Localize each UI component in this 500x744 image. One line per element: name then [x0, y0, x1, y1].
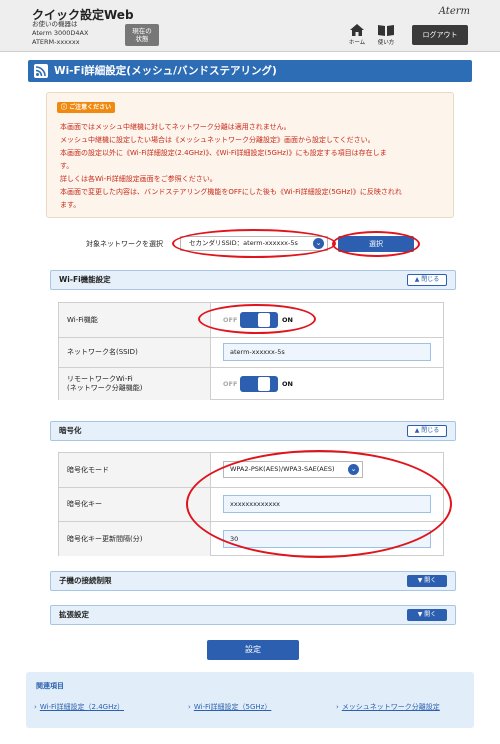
- arrow-right-icon: ›: [188, 703, 191, 711]
- wifi-settings-header: Wi-Fi機能設定 ▲ 閉じる: [50, 270, 456, 290]
- related-link-label: Wi-Fi詳細設定（2.4GHz）: [39, 703, 125, 711]
- caution-line: メッシュ中継機に設定したい場合は《メッシュネットワーク分離設定》画面から設定して…: [60, 136, 375, 144]
- toggle-on-label: ON: [282, 380, 293, 388]
- collapse-label: 閉じる: [421, 427, 440, 434]
- remote-work-cell: OFF ON: [212, 368, 443, 400]
- related-link-5ghz[interactable]: › Wi-Fi詳細設定（5GHz）: [188, 702, 271, 712]
- annotation-circle: [186, 450, 452, 558]
- annotation-circle: [198, 304, 316, 334]
- child-limit-expand-button[interactable]: ▼ 開く: [407, 575, 447, 587]
- related-link-mesh[interactable]: › メッシュネットワーク分離設定: [336, 702, 440, 712]
- toggle-track: [240, 376, 278, 392]
- set-button[interactable]: 設定: [207, 640, 299, 660]
- current-status-button[interactable]: 現在の 状態: [125, 24, 159, 46]
- table-row: リモートワークWi-Fi (ネットワーク分離機能) OFF ON: [59, 367, 443, 400]
- expand-label: 開く: [424, 577, 437, 584]
- caution-badge: ⓘ ご注意ください: [57, 102, 116, 113]
- arrow-right-icon: ›: [34, 703, 37, 711]
- book-icon: [378, 25, 394, 36]
- annotation-circle: [332, 231, 420, 257]
- related-link-24ghz[interactable]: › Wi-Fi詳細設定（2.4GHz）: [34, 702, 124, 712]
- device-model: Aterm 3000D4AX: [32, 29, 89, 37]
- wifi-icon: [34, 64, 48, 78]
- chevron-up-icon: ▲: [414, 427, 420, 434]
- chevron-up-icon: ▲: [414, 276, 420, 283]
- caution-badge-label: ご注意ください: [69, 104, 112, 111]
- wifi-settings-title: Wi-Fi機能設定: [59, 275, 111, 284]
- logout-button[interactable]: ログアウト: [412, 25, 468, 45]
- toggle-knob: [258, 377, 270, 391]
- info-icon: ⓘ: [61, 104, 68, 111]
- chevron-down-icon: ▼: [417, 577, 423, 584]
- caution-line: 本画面で変更した内容は、バンドステアリング機能をOFFにした後も《Wi-Fi詳細…: [60, 188, 402, 196]
- extended-settings-title: 拡張設定: [59, 610, 89, 619]
- related-items-box: 関連項目 › Wi-Fi詳細設定（2.4GHz） › Wi-Fi詳細設定（5GHz）…: [26, 672, 474, 728]
- target-network-label: 対象ネットワークを選択: [86, 240, 163, 248]
- page-title: Wi-Fi詳細設定(メッシュ/バンドステアリング): [54, 65, 277, 77]
- status-button-line2: 状態: [135, 35, 149, 43]
- extended-settings-header: 拡張設定 ▼ 開く: [50, 605, 456, 625]
- help-button[interactable]: 使い方: [374, 24, 398, 46]
- child-limit-header: 子機の接続制限 ▼ 開く: [50, 571, 456, 591]
- encryption-title: 暗号化: [59, 426, 82, 435]
- annotation-circle: [172, 229, 336, 258]
- extended-settings-expand-button[interactable]: ▼ 開く: [407, 609, 447, 621]
- arrow-right-icon: ›: [336, 703, 339, 711]
- caution-line: ます。: [60, 201, 81, 209]
- caution-line: 詳しくは各Wi-Fi詳細設定画面をご参照ください。: [60, 175, 217, 183]
- encryption-collapse-button[interactable]: ▲ 閉じる: [407, 425, 447, 437]
- page-title-bar: Wi-Fi詳細設定(メッシュ/バンドステアリング): [28, 60, 472, 82]
- caution-line: す。: [60, 162, 74, 170]
- child-limit-title: 子機の接続制限: [59, 576, 112, 585]
- collapse-label: 閉じる: [421, 276, 440, 283]
- ssid-label: ネットワーク名(SSID): [59, 338, 211, 367]
- expand-label: 開く: [424, 611, 437, 618]
- ssid-input[interactable]: aterm-xxxxxx-5s: [223, 343, 431, 361]
- wifi-settings-collapse-button[interactable]: ▲ 閉じる: [407, 274, 447, 286]
- caution-line: 本画面ではメッシュ中継機に対してネットワーク分離は適用されません。: [60, 123, 291, 131]
- related-link-label: Wi-Fi詳細設定（5GHz）: [193, 703, 272, 711]
- help-label: 使い方: [377, 40, 395, 46]
- table-row: ネットワーク名(SSID) aterm-xxxxxx-5s: [59, 337, 443, 367]
- key-interval-label: 暗号化キー更新間隔(分): [59, 522, 211, 556]
- toggle-off-label: OFF: [223, 380, 238, 388]
- remote-work-toggle[interactable]: OFF ON: [223, 376, 295, 392]
- related-title: 関連項目: [36, 682, 64, 690]
- header: クイック設定Web お使いの機器は Aterm 3000D4AX ATERM-x…: [0, 0, 500, 52]
- device-name: ATERM-xxxxxx: [32, 38, 80, 46]
- home-label: ホーム: [348, 40, 366, 46]
- encryption-mode-label: 暗号化モード: [59, 453, 211, 487]
- home-button[interactable]: ホーム: [345, 24, 369, 46]
- status-button-line1: 現在の: [132, 27, 152, 35]
- wifi-function-label: Wi-Fi機能: [59, 303, 211, 337]
- ssid-cell: aterm-xxxxxx-5s: [212, 338, 443, 367]
- device-label: お使いの機器は: [32, 20, 78, 28]
- caution-box: ⓘ ご注意ください 本画面ではメッシュ中継機に対してネットワーク分離は適用されま…: [46, 92, 454, 218]
- encryption-header: 暗号化 ▲ 閉じる: [50, 421, 456, 441]
- brand-logo: Aterm: [438, 6, 470, 17]
- remote-work-label: リモートワークWi-Fi (ネットワーク分離機能): [59, 368, 211, 400]
- home-icon: [350, 24, 364, 36]
- caution-line: 本画面の設定以外に《Wi-Fi詳細設定(2.4GHz)》、《Wi-Fi詳細設定(…: [60, 149, 387, 157]
- chevron-down-icon: ▼: [417, 611, 423, 618]
- related-link-label: メッシュネットワーク分離設定: [341, 703, 440, 711]
